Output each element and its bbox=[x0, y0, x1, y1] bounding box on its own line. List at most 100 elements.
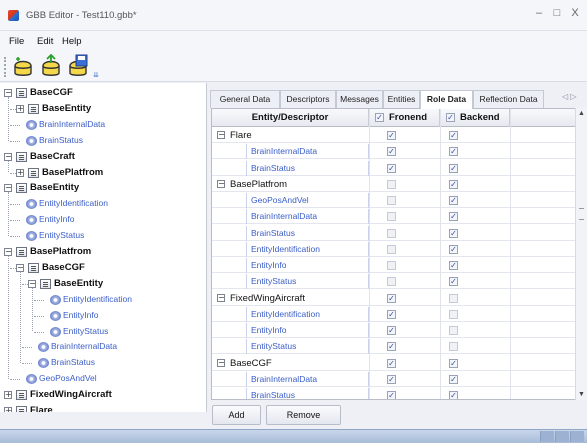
vertical-scrollbar[interactable]: ▲ ▼ bbox=[575, 108, 587, 400]
backend-checkbox[interactable]: ✓ bbox=[449, 212, 458, 222]
frontend-checkbox[interactable]: ✓ bbox=[387, 147, 396, 157]
column-header-backend[interactable]: ✓ Backend bbox=[440, 109, 510, 127]
tab-messages[interactable]: Messages bbox=[336, 90, 383, 108]
menu-help[interactable]: Help bbox=[62, 36, 82, 47]
expand-collapse-icon[interactable]: + bbox=[4, 391, 12, 400]
scroll-up-icon[interactable]: ▲ bbox=[578, 110, 585, 117]
grid-row[interactable]: EntityIdentification ✓ bbox=[212, 306, 582, 322]
expand-collapse-icon[interactable]: + bbox=[16, 104, 24, 113]
group-collapse-icon[interactable]: − bbox=[217, 293, 225, 302]
expand-collapse-icon[interactable]: − bbox=[4, 89, 12, 97]
scroll-down-icon[interactable]: ▼ bbox=[578, 391, 585, 398]
grid-row[interactable]: EntityStatus ✓ bbox=[212, 274, 582, 290]
frontend-header-checkbox[interactable]: ✓ bbox=[375, 113, 384, 122]
expand-collapse-icon[interactable]: + bbox=[4, 407, 12, 412]
frontend-checkbox[interactable]: ✓ bbox=[387, 391, 396, 399]
expand-collapse-icon[interactable]: − bbox=[4, 152, 12, 161]
tab-scroll-arrows-icon[interactable]: ◁ ▷ bbox=[562, 92, 577, 101]
tree-entity-node[interactable]: EntityStatus bbox=[0, 324, 205, 339]
column-header-entity[interactable]: Entity/Descriptor bbox=[212, 109, 369, 127]
expand-collapse-icon[interactable]: − bbox=[16, 263, 24, 272]
backend-checkbox[interactable]: ✓ bbox=[449, 179, 458, 189]
frontend-checkbox[interactable] bbox=[387, 244, 396, 254]
tree-group-node[interactable]: − BasePlatfrom bbox=[0, 244, 205, 259]
tree-entity-node[interactable]: BrainStatus bbox=[0, 355, 205, 370]
frontend-checkbox[interactable]: ✓ bbox=[387, 309, 396, 319]
grid-row[interactable]: BrainStatus ✓ ✓ bbox=[212, 388, 582, 399]
tree-entity-node[interactable]: EntityIdentification bbox=[0, 292, 205, 307]
tab-general-data[interactable]: General Data bbox=[210, 90, 280, 108]
tree-group-node[interactable]: + Flare bbox=[0, 403, 205, 412]
remove-button[interactable]: Remove bbox=[266, 405, 341, 425]
frontend-checkbox[interactable] bbox=[387, 228, 396, 238]
frontend-checkbox[interactable]: ✓ bbox=[387, 326, 396, 335]
entity-tree[interactable]: − BaseCGF + BaseEntity BrainInternalData Brai… bbox=[0, 83, 207, 412]
frontend-checkbox[interactable]: ✓ bbox=[387, 342, 396, 352]
group-collapse-icon[interactable]: − bbox=[217, 179, 225, 188]
frontend-checkbox[interactable]: ✓ bbox=[387, 163, 396, 173]
add-button[interactable]: Add bbox=[212, 405, 261, 425]
close-button[interactable]: X bbox=[568, 7, 582, 19]
grid-row[interactable]: BrainStatus ✓ bbox=[212, 225, 582, 241]
backend-checkbox[interactable]: ✓ bbox=[449, 358, 458, 368]
frontend-checkbox[interactable] bbox=[387, 196, 396, 205]
tree-group-node[interactable]: + BasePlatfrom bbox=[0, 165, 205, 180]
tree-group-node[interactable]: − BaseEntity bbox=[0, 276, 205, 291]
backend-checkbox[interactable]: ✓ bbox=[449, 228, 458, 238]
tree-group-node[interactable]: + FixedWingAircraft bbox=[0, 387, 205, 402]
grid-row[interactable]: BrainInternalData ✓ ✓ bbox=[212, 371, 582, 387]
backend-checkbox[interactable]: ✓ bbox=[449, 374, 458, 384]
open-icon[interactable] bbox=[40, 53, 62, 78]
grid-group-row[interactable]: − BaseCGF ✓ ✓ bbox=[212, 356, 582, 371]
toolbar-overflow-icon[interactable]: ⇊ bbox=[93, 71, 99, 79]
backend-checkbox[interactable] bbox=[449, 309, 458, 319]
group-collapse-icon[interactable]: − bbox=[217, 131, 225, 139]
tab-role-data[interactable]: Role Data bbox=[420, 90, 473, 109]
tab-descriptors[interactable]: Descriptors bbox=[280, 90, 336, 108]
frontend-checkbox[interactable] bbox=[387, 212, 396, 222]
expand-collapse-icon[interactable]: − bbox=[4, 248, 12, 256]
save-icon[interactable] bbox=[67, 54, 89, 78]
tree-entity-node[interactable]: BrainStatus bbox=[0, 133, 205, 148]
tree-entity-node[interactable]: GeoPosAndVel bbox=[0, 371, 205, 386]
grid-row[interactable]: EntityInfo ✓ bbox=[212, 258, 582, 273]
tree-entity-node[interactable]: EntityStatus bbox=[0, 228, 205, 243]
backend-checkbox[interactable]: ✓ bbox=[449, 391, 458, 399]
grid-group-row[interactable]: − Flare ✓ ✓ bbox=[212, 128, 582, 143]
frontend-checkbox[interactable]: ✓ bbox=[387, 358, 396, 368]
backend-checkbox[interactable] bbox=[449, 342, 458, 352]
tree-group-node[interactable]: − BaseEntity bbox=[0, 180, 205, 195]
backend-checkbox[interactable]: ✓ bbox=[449, 277, 458, 287]
column-header-frontend[interactable]: ✓ Fronend bbox=[369, 109, 440, 127]
minimize-button[interactable]: – bbox=[532, 7, 546, 19]
backend-checkbox[interactable]: ✓ bbox=[449, 261, 458, 270]
backend-checkbox[interactable] bbox=[449, 293, 458, 303]
frontend-checkbox[interactable]: ✓ bbox=[387, 293, 396, 303]
expand-collapse-icon[interactable]: + bbox=[16, 168, 24, 177]
frontend-checkbox[interactable]: ✓ bbox=[387, 374, 396, 384]
menu-edit[interactable]: Edit bbox=[37, 36, 53, 47]
backend-checkbox[interactable] bbox=[449, 326, 458, 335]
grid-row[interactable]: EntityIdentification ✓ bbox=[212, 241, 582, 257]
backend-header-checkbox[interactable]: ✓ bbox=[446, 113, 455, 122]
expand-collapse-icon[interactable]: − bbox=[4, 184, 12, 193]
tree-group-node[interactable]: − BaseCraft bbox=[0, 149, 205, 164]
tree-entity-node[interactable]: EntityInfo bbox=[0, 212, 205, 227]
scroll-grip[interactable] bbox=[579, 208, 584, 220]
tree-entity-node[interactable]: BrainInternalData bbox=[0, 339, 205, 354]
grid-group-row[interactable]: − FixedWingAircraft ✓ bbox=[212, 291, 582, 306]
grid-row[interactable]: BrainInternalData ✓ bbox=[212, 209, 582, 225]
group-collapse-icon[interactable]: − bbox=[217, 358, 225, 367]
tab-reflection-data[interactable]: Reflection Data bbox=[473, 90, 544, 108]
backend-checkbox[interactable]: ✓ bbox=[449, 163, 458, 173]
grid-row[interactable]: BrainInternalData ✓ ✓ bbox=[212, 144, 582, 160]
tab-entities[interactable]: Entities bbox=[383, 90, 420, 108]
grid-row[interactable]: EntityInfo ✓ bbox=[212, 323, 582, 338]
backend-checkbox[interactable]: ✓ bbox=[449, 244, 458, 254]
frontend-checkbox[interactable] bbox=[387, 261, 396, 270]
tree-group-node[interactable]: − BaseCGF bbox=[0, 260, 205, 275]
grid-row[interactable]: EntityStatus ✓ bbox=[212, 339, 582, 355]
menu-file[interactable]: File bbox=[9, 36, 24, 47]
grid-row[interactable]: BrainStatus ✓ ✓ bbox=[212, 160, 582, 176]
restore-button[interactable]: □ bbox=[550, 7, 564, 19]
